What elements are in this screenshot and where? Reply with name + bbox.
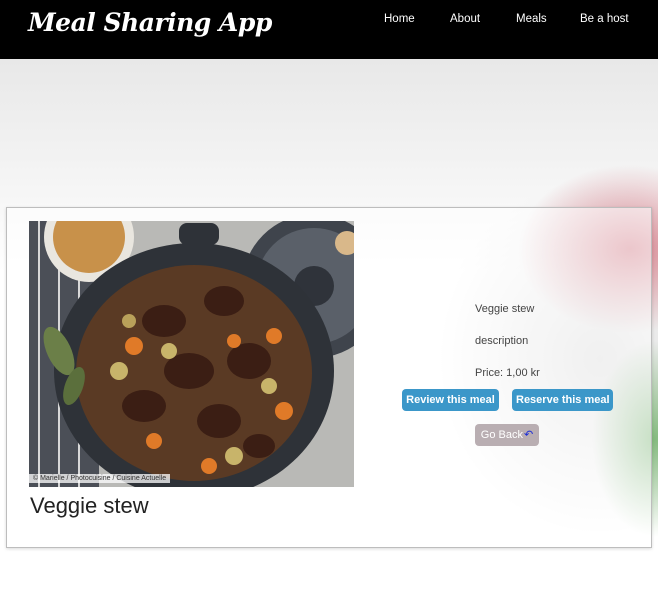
go-back-button[interactable]: Go Back↶ [475,424,539,446]
review-meal-button[interactable]: Review this meal [402,389,499,411]
nav-link-about[interactable]: About [450,13,480,25]
meal-title: Veggie stew [30,493,149,518]
top-navbar: Meal Sharing App Home About Meals Be a h… [0,0,658,59]
main-nav: Home About Meals Be a host [0,13,658,33]
meal-photo: © Marielle / Photocuisine / Cuisine Actu… [29,221,354,487]
meal-price: Price: 1,00 kr [475,367,540,379]
reserve-meal-button[interactable]: Reserve this meal [512,389,613,411]
stew-pot-image [29,221,354,487]
go-back-label: Go Back [480,429,523,441]
photo-credit: © Marielle / Photocuisine / Cuisine Actu… [29,474,171,483]
meal-description: description [475,335,529,347]
meal-detail-card: © Marielle / Photocuisine / Cuisine Actu… [6,207,652,548]
nav-link-be-a-host[interactable]: Be a host [580,13,629,25]
undo-arrow-icon: ↶ [523,429,534,441]
nav-link-meals[interactable]: Meals [516,13,547,25]
nav-link-home[interactable]: Home [384,13,415,25]
meal-name: Veggie stew [475,303,535,315]
